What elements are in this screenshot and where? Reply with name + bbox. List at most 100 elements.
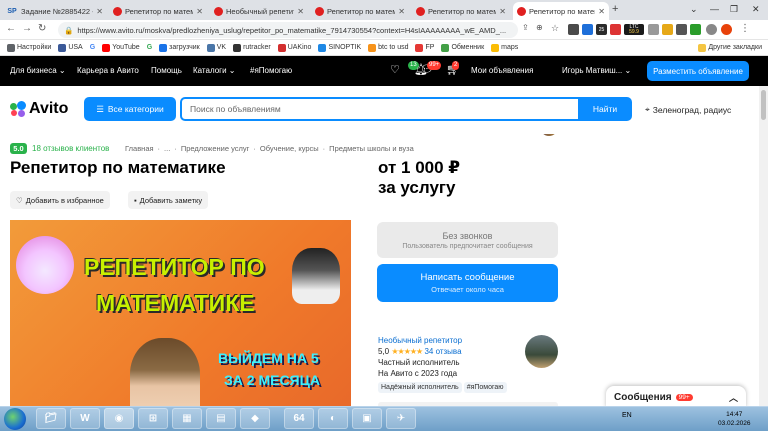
telegram-taskbar-icon[interactable]: ✈ (386, 408, 416, 429)
app-64-taskbar-icon[interactable]: 64 (284, 408, 314, 429)
chevron-up-icon[interactable]: ︿ (729, 391, 738, 404)
tab-5[interactable]: Репетитор по математ... ✕ (412, 2, 510, 20)
other-bookmarks[interactable]: Другие закладки (698, 43, 762, 52)
bookmark-item[interactable]: G (90, 44, 95, 51)
start-button[interactable] (4, 408, 26, 430)
new-tab-button[interactable]: + (612, 3, 618, 15)
breadcrumb-item[interactable]: Обучение, курсы (260, 144, 319, 153)
system-clock[interactable]: 14:47 03.02.2026 (718, 410, 751, 428)
bookmark-item[interactable]: btc to usd (368, 43, 408, 52)
app-taskbar-icon[interactable]: W (70, 408, 100, 429)
app-taskbar-icon[interactable]: ▣ (352, 408, 382, 429)
extension-count-icon[interactable]: 25 (596, 24, 607, 35)
breadcrumb-item[interactable]: Главная (125, 144, 154, 153)
bookmark-star-icon[interactable]: ☆ (551, 23, 559, 34)
extension-icon[interactable] (662, 24, 673, 35)
menu-dots-icon[interactable]: ⋮ (740, 23, 750, 34)
tab-3[interactable]: Необычный репетитор ✕ (210, 2, 308, 20)
bookmark-item[interactable]: UAKino (277, 43, 311, 52)
location-selector[interactable]: ⌖ Зеленоград, радиус (645, 104, 731, 115)
app-taskbar-icon[interactable]: ▦ (172, 408, 202, 429)
maximize-icon[interactable]: ❐ (730, 4, 738, 15)
share-icon[interactable]: ⇪ (522, 23, 529, 32)
update-icon[interactable] (721, 24, 732, 35)
business-menu[interactable]: Для бизнеса ⌄ (10, 66, 66, 75)
scrollbar-thumb[interactable] (761, 90, 766, 120)
add-to-favorites-button[interactable]: ♡ Добавить в избранное (10, 191, 110, 209)
bookmark-item[interactable]: Обменник (441, 43, 484, 52)
breadcrumb-item[interactable]: Предложение услуг (181, 144, 250, 153)
pomogau-tag: #яПомогаю (463, 382, 507, 393)
extension-icon[interactable] (690, 24, 701, 35)
app-taskbar-icon[interactable]: ◐ (318, 408, 348, 429)
page-scrollbar[interactable] (759, 86, 768, 406)
extension-icon[interactable] (568, 24, 579, 35)
tab-2[interactable]: Репетитор по математ... ✕ (109, 2, 207, 20)
tab-4[interactable]: Репетитор по математ... ✕ (311, 2, 409, 20)
url-field[interactable]: 🔒 https://www.avito.ru/moskva/predlozhen… (58, 22, 518, 38)
breadcrumb-item[interactable]: ... (164, 144, 170, 153)
bookmark-item[interactable]: USA (58, 43, 83, 52)
ltc-price-extension-icon[interactable]: LTC 59.9 (624, 24, 644, 35)
bookmark-item[interactable]: SINOPTIK (318, 43, 361, 52)
help-link[interactable]: Помощь (151, 66, 182, 75)
bookmark-item[interactable]: VK (206, 43, 226, 52)
close-icon[interactable]: ✕ (96, 7, 103, 16)
translate-icon[interactable]: ⊕ (536, 23, 543, 32)
language-indicator[interactable]: EN (622, 412, 632, 419)
minimize-icon[interactable]: — (710, 4, 719, 14)
avito-logo[interactable]: Avito (10, 100, 68, 118)
write-message-button[interactable]: Написать сообщение Отвечает около часа (377, 264, 558, 302)
app-taskbar-icon[interactable]: ▤ (206, 408, 236, 429)
seller-avatar[interactable] (525, 335, 558, 368)
reviews-link[interactable]: 18 отзывов клиентов (32, 144, 109, 153)
chrome-taskbar-icon[interactable]: ◉ (104, 408, 134, 429)
close-icon[interactable]: ✕ (297, 7, 304, 16)
profile-avatar-icon[interactable] (706, 24, 717, 35)
place-ad-button[interactable]: Разместить объявление (647, 61, 749, 81)
breadcrumb: Главная · ... · Предложение услуг · Обуч… (125, 144, 414, 153)
bookmark-item[interactable]: Настройки (7, 43, 51, 52)
back-arrow-icon[interactable]: ← (6, 23, 16, 34)
bookmark-item[interactable]: FP (415, 43, 434, 52)
breadcrumb-item[interactable]: Предметы школы и вуза (329, 144, 414, 153)
bookmark-item[interactable]: maps (491, 43, 518, 52)
find-button[interactable]: Найти (578, 97, 632, 121)
bookmark-item[interactable]: загрузчик (159, 43, 200, 52)
bookmark-item[interactable]: G (147, 44, 152, 51)
extension-icon[interactable] (610, 24, 621, 35)
puzzle-icon[interactable] (676, 24, 687, 35)
search-input[interactable]: Поиск по объявлениям (180, 97, 580, 121)
pomogau-link[interactable]: #яПомогаю (250, 66, 292, 75)
kitten-image (16, 236, 74, 294)
window-close-icon[interactable]: ✕ (752, 4, 760, 15)
tab-title: Репетитор по математ... (125, 6, 194, 16)
tab-1[interactable]: SP Задание №2885422 - п... ✕ (2, 2, 107, 20)
close-icon[interactable]: ✕ (598, 7, 605, 16)
bookmark-item[interactable]: YouTube (102, 43, 140, 52)
seller-name-link[interactable]: Необычный репетитор (378, 335, 509, 346)
app-taskbar-icon[interactable]: ⊞ (138, 408, 168, 429)
close-icon[interactable]: ✕ (398, 7, 405, 16)
tab-search-icon[interactable]: ⌄ (690, 4, 698, 15)
heart-icon[interactable]: ♡ (390, 63, 400, 76)
app-taskbar-icon[interactable]: ◆ (240, 408, 270, 429)
user-menu[interactable]: Игорь Матвиш... ⌄ (562, 66, 631, 75)
explorer-taskbar-icon[interactable]: 📁︎ (36, 408, 66, 429)
close-icon[interactable]: ✕ (499, 7, 506, 16)
catalogs-menu[interactable]: Каталоги ⌄ (193, 66, 236, 75)
close-icon[interactable]: ✕ (196, 7, 203, 16)
extension-icon[interactable] (582, 24, 593, 35)
tab-6-active[interactable]: Репетитор по математ... ✕ (513, 2, 609, 20)
messages-widget[interactable]: Сообщения 99+ ︿ (606, 386, 746, 408)
listing-photo[interactable]: РЕПЕТИТОР ПО МАТЕМАТИКЕ ВЫЙДЕМ НА 5 ЗА 2… (10, 220, 351, 410)
reload-icon[interactable]: ↻ (38, 23, 46, 34)
add-note-button[interactable]: ▪ Добавить заметку (128, 191, 209, 209)
all-categories-button[interactable]: ☰ Все категории (84, 97, 176, 121)
career-link[interactable]: Карьера в Авито (77, 66, 139, 75)
bookmark-item[interactable]: rutracker (233, 43, 271, 52)
forward-arrow-icon[interactable]: → (22, 23, 32, 34)
extension-icon[interactable] (648, 24, 659, 35)
seller-reviews-link[interactable]: 34 отзыва (424, 347, 461, 356)
my-ads-link[interactable]: Мои объявления (471, 66, 533, 75)
